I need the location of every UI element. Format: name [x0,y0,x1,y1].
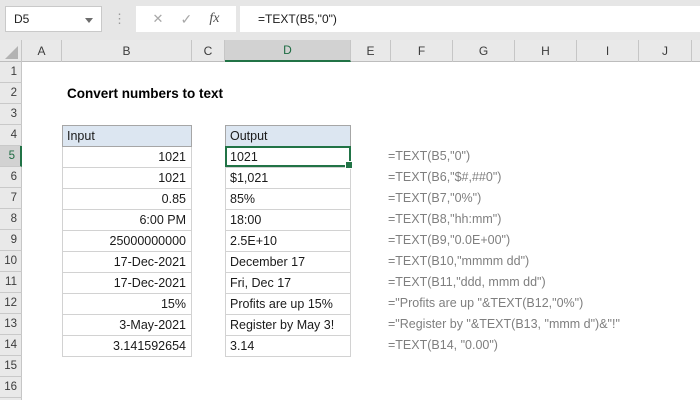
column-header-I[interactable]: I [577,40,639,62]
column-header-D[interactable]: D [225,40,351,62]
name-box-dropdown-icon[interactable] [85,18,93,23]
cell-B12[interactable]: 15% [62,293,192,315]
column-header-A[interactable]: A [22,40,62,62]
cell-B11[interactable]: 17-Dec-2021 [62,272,192,294]
row-header-12[interactable]: 12 [0,293,22,314]
formula-input[interactable]: =TEXT(B5,"0") [240,6,700,32]
cell-B5[interactable]: 1021 [62,146,192,168]
column-header-C[interactable]: C [192,40,225,62]
column-header-H[interactable]: H [515,40,577,62]
cell-D12[interactable]: Profits are up 15% [225,293,351,315]
cell-F13-formula-text[interactable]: ="Register by "&TEXT(B13, "mmm d")&"!" [388,314,620,335]
cell-F6-formula-text[interactable]: =TEXT(B6,"$#,##0") [388,167,501,188]
name-box[interactable]: D5 [5,6,102,32]
cell-F8-formula-text[interactable]: =TEXT(B8,"hh:mm") [388,209,501,230]
column-header-B[interactable]: B [62,40,192,62]
cell-D9[interactable]: 2.5E+10 [225,230,351,252]
row-header-7[interactable]: 7 [0,188,22,209]
formula-input-value: =TEXT(B5,"0") [258,12,337,26]
cell-D4-header[interactable]: Output [225,125,351,147]
formula-bar-separator-icon: ⋮ [113,6,126,32]
cell-D8[interactable]: 18:00 [225,209,351,231]
cell-F10-formula-text[interactable]: =TEXT(B10,"mmmm dd") [388,251,529,272]
column-header-E[interactable]: E [351,40,391,62]
enter-icon[interactable]: ✓ [181,11,193,28]
formula-buttons: ✕ ✓ fx [136,6,236,32]
column-headers: ABCDEFGHIJ [0,40,700,62]
cell-D6[interactable]: $1,021 [225,167,351,189]
row-header-10[interactable]: 10 [0,251,22,272]
cell-B9[interactable]: 25000000000 [62,230,192,252]
row-header-1[interactable]: 1 [0,62,22,83]
insert-function-icon[interactable]: fx [209,11,219,27]
column-header-F[interactable]: F [391,40,453,62]
cell-D11[interactable]: Fri, Dec 17 [225,272,351,294]
cancel-icon[interactable]: ✕ [153,11,164,27]
row-header-13[interactable]: 13 [0,314,22,335]
row-header-8[interactable]: 8 [0,209,22,230]
row-headers: 12345678910111213141516 [0,62,22,400]
cell-D7[interactable]: 85% [225,188,351,210]
row-header-9[interactable]: 9 [0,230,22,251]
column-header-J[interactable]: J [639,40,692,62]
cell-B4-header[interactable]: Input [62,125,192,147]
cell-D14[interactable]: 3.14 [225,335,351,357]
row-header-6[interactable]: 6 [0,167,22,188]
row-header-16[interactable]: 16 [0,377,22,398]
row-header-4[interactable]: 4 [0,125,22,146]
cell-F14-formula-text[interactable]: =TEXT(B14, "0.00") [388,335,498,356]
select-all-button[interactable] [0,40,22,62]
cell-B7[interactable]: 0.85 [62,188,192,210]
cell-B13[interactable]: 3-May-2021 [62,314,192,336]
name-box-value: D5 [14,12,29,26]
sheet-title[interactable]: Convert numbers to text [67,83,223,104]
cell-F12-formula-text[interactable]: ="Profits are up "&TEXT(B12,"0%") [388,293,583,314]
row-header-5[interactable]: 5 [0,146,22,167]
excel-window: D5 ⋮ ✕ ✓ fx =TEXT(B5,"0") ABCDEFGHIJ 123… [0,0,700,400]
row-header-15[interactable]: 15 [0,356,22,377]
cell-B8[interactable]: 6:00 PM [62,209,192,231]
formula-bar-area: D5 ⋮ ✕ ✓ fx =TEXT(B5,"0") [0,0,700,40]
cell-F11-formula-text[interactable]: =TEXT(B11,"ddd, mmm dd") [388,272,546,293]
row-header-14[interactable]: 14 [0,335,22,356]
cell-D5[interactable]: 1021 [225,146,351,168]
column-header-G[interactable]: G [453,40,515,62]
row-header-2[interactable]: 2 [0,83,22,104]
row-header-11[interactable]: 11 [0,272,22,293]
cell-D10[interactable]: December 17 [225,251,351,273]
select-all-icon [5,46,18,59]
cell-B14[interactable]: 3.141592654 [62,335,192,357]
cell-F9-formula-text[interactable]: =TEXT(B9,"0.0E+00") [388,230,510,251]
cell-B6[interactable]: 1021 [62,167,192,189]
row-header-3[interactable]: 3 [0,104,22,125]
cell-B10[interactable]: 17-Dec-2021 [62,251,192,273]
cell-F7-formula-text[interactable]: =TEXT(B7,"0%") [388,188,481,209]
cell-F5-formula-text[interactable]: =TEXT(B5,"0") [388,146,470,167]
cell-D13[interactable]: Register by May 3! [225,314,351,336]
